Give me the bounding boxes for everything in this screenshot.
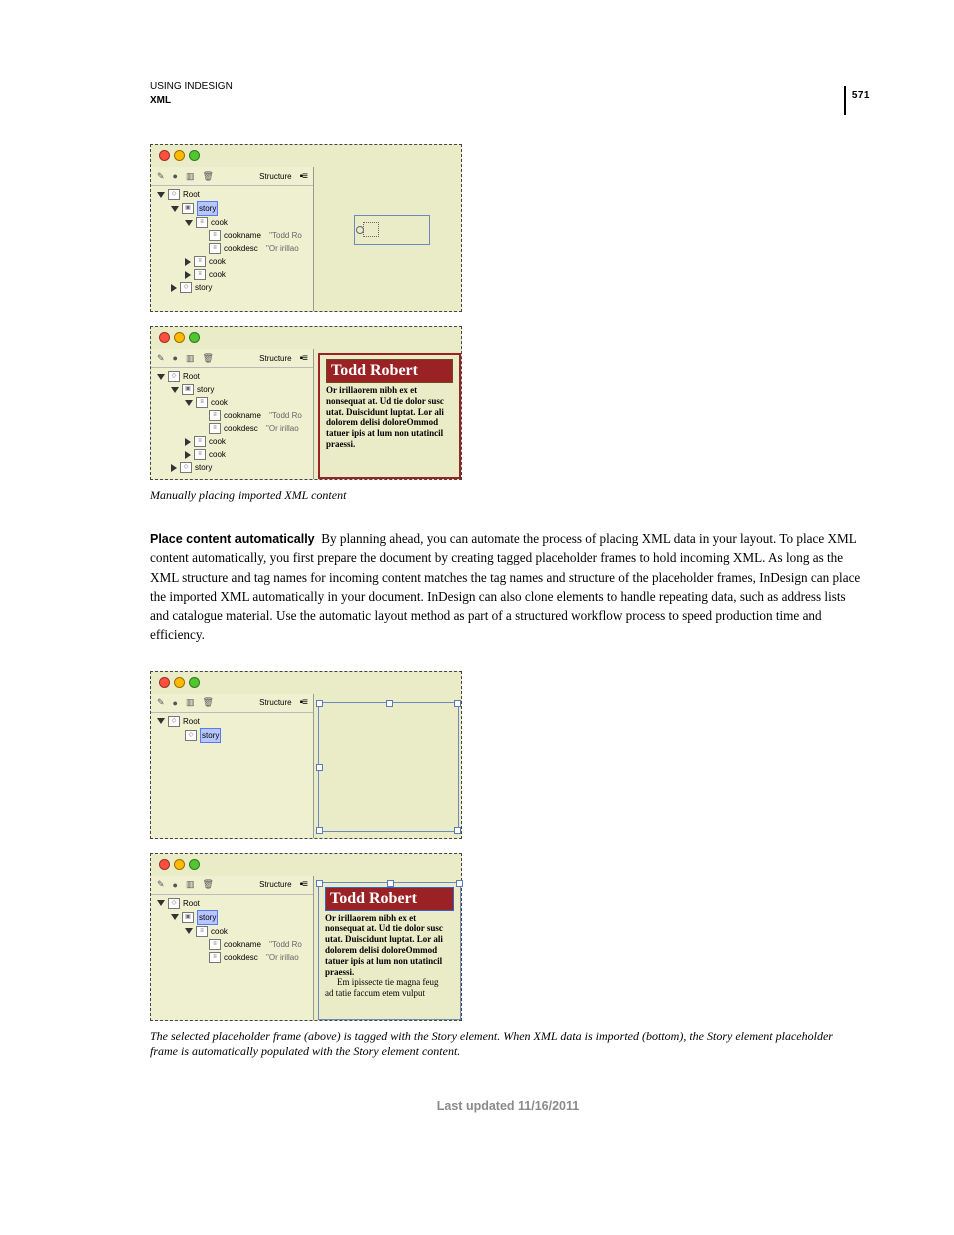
structure-tree: ◇Root ▣story ≡cook ≡cookname "Todd Ro ≡c… xyxy=(151,186,313,296)
running-head: USING INDESIGN XML xyxy=(150,80,866,108)
structure-title: Structure xyxy=(259,172,291,181)
footer-updated: Last updated 11/16/2011 xyxy=(150,1099,866,1113)
placeholder-frame xyxy=(354,215,430,245)
page-number-box: 571 xyxy=(844,86,870,115)
structure-toolbar: ✎ ● ▥ 🗑 Structure ▪≡ xyxy=(151,167,313,186)
page-number: 571 xyxy=(844,86,870,115)
running-head-chapter: XML xyxy=(150,94,866,108)
panel-menu-icon: ▪≡ xyxy=(300,171,307,182)
figure-2b: ✎●▥🗑 Structure▪≡ ◇Root ▣story ≡cook ≡coo… xyxy=(150,853,462,1021)
tagged-placeholder-frame xyxy=(318,702,459,832)
toolbar-icon: ● xyxy=(173,171,178,181)
zoom-icon xyxy=(189,150,200,161)
sample-heading: Todd Robert xyxy=(325,887,454,911)
minimize-icon xyxy=(174,150,185,161)
loaded-place-cursor-icon xyxy=(363,222,379,237)
body-paragraph: Place content automatically By planning … xyxy=(150,529,866,645)
toolbar-icon: ▥ xyxy=(186,171,195,182)
figure-2a: ✎●▥🗑 Structure▪≡ ◇Root ◇story xyxy=(150,671,462,839)
sample-heading: Todd Robert xyxy=(326,359,453,383)
selected-story-element: story xyxy=(197,201,218,216)
figure-2-caption: The selected placeholder frame (above) i… xyxy=(150,1029,850,1059)
running-head-doc: USING INDESIGN xyxy=(150,80,866,94)
sample-body: Or irillaorem nibh ex et nonsequat at. U… xyxy=(326,385,453,450)
paragraph-lead: Place content automatically xyxy=(150,532,315,546)
figure-1a: ✎ ● ▥ 🗑 Structure ▪≡ ◇Root ▣story ≡cook … xyxy=(150,144,462,312)
paragraph-text: By planning ahead, you can automate the … xyxy=(150,531,860,642)
layout-canvas xyxy=(314,167,461,311)
structure-pane: ✎ ● ▥ 🗑 Structure ▪≡ ◇Root ▣story ≡cook … xyxy=(151,167,314,311)
figure-1b: ✎●▥🗑 Structure▪≡ ◇Root ▣story ≡cook ≡coo… xyxy=(150,326,462,480)
selected-story-element: story xyxy=(200,728,221,743)
trash-icon: 🗑 xyxy=(203,171,214,182)
close-icon xyxy=(159,150,170,161)
window-controls xyxy=(159,150,200,161)
figure-1-caption: Manually placing imported XML content xyxy=(150,488,462,503)
sample-body: Or irillaorem nibh ex et nonsequat at. U… xyxy=(325,913,454,999)
toolbar-icon: ✎ xyxy=(157,171,165,182)
